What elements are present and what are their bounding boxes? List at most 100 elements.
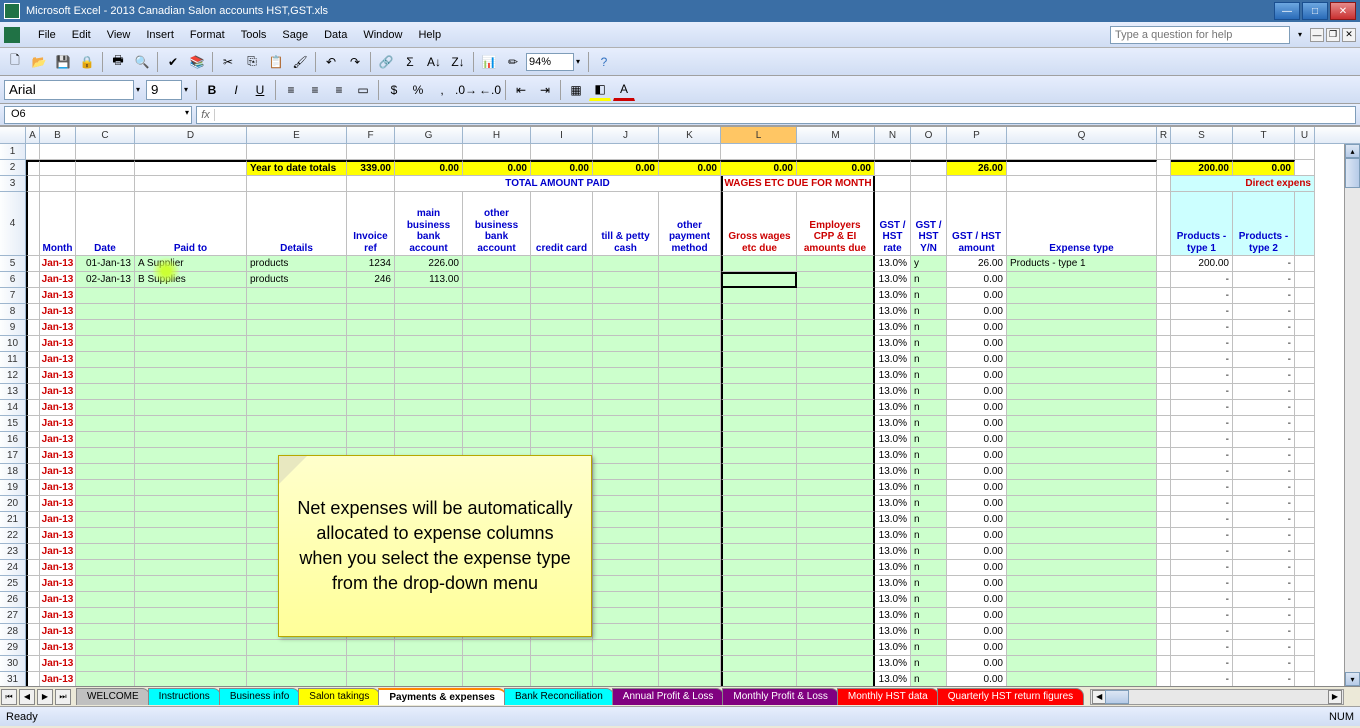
cell-prod1[interactable]: - [1171,624,1233,640]
cell-gstrate[interactable]: 13.0% [875,272,911,288]
cell[interactable] [135,144,247,160]
cell-otherpay[interactable] [659,416,721,432]
cell-otherbank[interactable] [463,416,531,432]
cell-prod2[interactable]: - [1233,544,1295,560]
cell-prod1[interactable]: 200.00 [1171,256,1233,272]
cell-gstyn[interactable]: n [911,432,947,448]
cell-otherpay[interactable] [659,640,721,656]
hdr-Q[interactable]: Expense type [1007,192,1157,256]
cell[interactable] [875,144,911,160]
cell-credit[interactable] [531,416,593,432]
row-header[interactable]: 27 [0,608,26,624]
cell-month[interactable]: Jan-13 [40,352,76,368]
cell[interactable] [26,160,40,176]
cell-gstyn[interactable]: n [911,560,947,576]
tab-nav-next-icon[interactable]: ▶ [37,689,53,705]
hdr-wages[interactable]: WAGES ETC DUE FOR MONTH [721,176,875,192]
cell-prod1[interactable]: - [1171,432,1233,448]
ytd-k[interactable]: 0.00 [659,160,721,176]
cell-otherpay[interactable] [659,592,721,608]
cell-paidto[interactable] [135,384,247,400]
cell-prod1[interactable]: - [1171,272,1233,288]
cell-exptype[interactable] [1007,656,1157,672]
spelling-icon[interactable]: ✔ [162,51,184,73]
cell-prod1[interactable]: - [1171,656,1233,672]
col-header-R[interactable]: R [1157,127,1171,143]
vertical-scrollbar[interactable]: ▴ ▾ [1344,144,1360,686]
cell-gstamt[interactable]: 0.00 [947,352,1007,368]
autosum-icon[interactable]: Σ [399,51,421,73]
cell-till[interactable] [593,432,659,448]
cell-cppei[interactable] [797,416,875,432]
cell-exptype[interactable] [1007,464,1157,480]
cell-gstyn[interactable]: n [911,304,947,320]
cell-gstamt[interactable]: 0.00 [947,544,1007,560]
tab-nav-first-icon[interactable]: ⏮ [1,689,17,705]
cell-details[interactable] [247,304,347,320]
cell-prod2[interactable]: - [1233,656,1295,672]
cell-credit[interactable] [531,400,593,416]
cell[interactable] [26,480,40,496]
cell-mainbank[interactable] [395,416,463,432]
cell[interactable] [1295,336,1315,352]
ytd-l[interactable]: 0.00 [721,160,797,176]
cell-otherpay[interactable] [659,480,721,496]
decrease-decimal-icon[interactable]: ←.0 [479,79,501,101]
cell-gstrate[interactable]: 13.0% [875,320,911,336]
row-header[interactable]: 10 [0,336,26,352]
cell-cppei[interactable] [797,400,875,416]
cell-otherpay[interactable] [659,320,721,336]
cell[interactable] [1157,608,1171,624]
cell-otherpay[interactable] [659,656,721,672]
zoom-input[interactable] [526,53,574,71]
cell[interactable] [1295,672,1315,686]
cell-exptype[interactable] [1007,608,1157,624]
cell[interactable] [1233,144,1295,160]
cell[interactable] [26,496,40,512]
cell[interactable] [40,176,76,192]
cell-exptype[interactable] [1007,448,1157,464]
cell-prod1[interactable]: - [1171,544,1233,560]
cell-gstamt[interactable]: 0.00 [947,512,1007,528]
cell[interactable] [26,192,40,256]
cell-invref[interactable] [347,352,395,368]
cell[interactable] [1295,192,1315,256]
cell-prod1[interactable]: - [1171,416,1233,432]
row-header[interactable]: 31 [0,672,26,686]
hscroll-right-icon[interactable]: ▶ [1328,690,1342,704]
col-header-O[interactable]: O [911,127,947,143]
cell-date[interactable] [76,320,135,336]
cell[interactable] [247,176,347,192]
cell[interactable] [1157,432,1171,448]
cell-prod2[interactable]: - [1233,400,1295,416]
menu-edit[interactable]: Edit [64,26,99,44]
cell-gstyn[interactable]: n [911,624,947,640]
cell[interactable] [1157,400,1171,416]
cell[interactable] [395,144,463,160]
hdr-M[interactable]: Employers CPP & EI amounts due [797,192,875,256]
cell-otherpay[interactable] [659,544,721,560]
sheet-tab[interactable]: Business info [219,688,300,705]
cell-gstamt[interactable]: 0.00 [947,528,1007,544]
cell-exptype[interactable] [1007,400,1157,416]
row-header[interactable]: 26 [0,592,26,608]
cell[interactable] [659,144,721,160]
col-header-J[interactable]: J [593,127,659,143]
cell-paidto[interactable] [135,480,247,496]
cell[interactable] [26,528,40,544]
cell-invref[interactable] [347,368,395,384]
cell-till[interactable] [593,656,659,672]
cell-gstyn[interactable]: n [911,576,947,592]
cell-otherbank[interactable] [463,368,531,384]
currency-icon[interactable]: $ [383,79,405,101]
cell-prod2[interactable]: - [1233,640,1295,656]
cell-paidto[interactable] [135,624,247,640]
ytd-g[interactable]: 0.00 [395,160,463,176]
cell-mainbank[interactable] [395,384,463,400]
cell-mainbank[interactable] [395,320,463,336]
cell-month[interactable]: Jan-13 [40,304,76,320]
comma-icon[interactable]: , [431,79,453,101]
hdr-L[interactable]: Gross wages etc due [721,192,797,256]
cell[interactable] [1157,352,1171,368]
undo-icon[interactable]: ↶ [320,51,342,73]
